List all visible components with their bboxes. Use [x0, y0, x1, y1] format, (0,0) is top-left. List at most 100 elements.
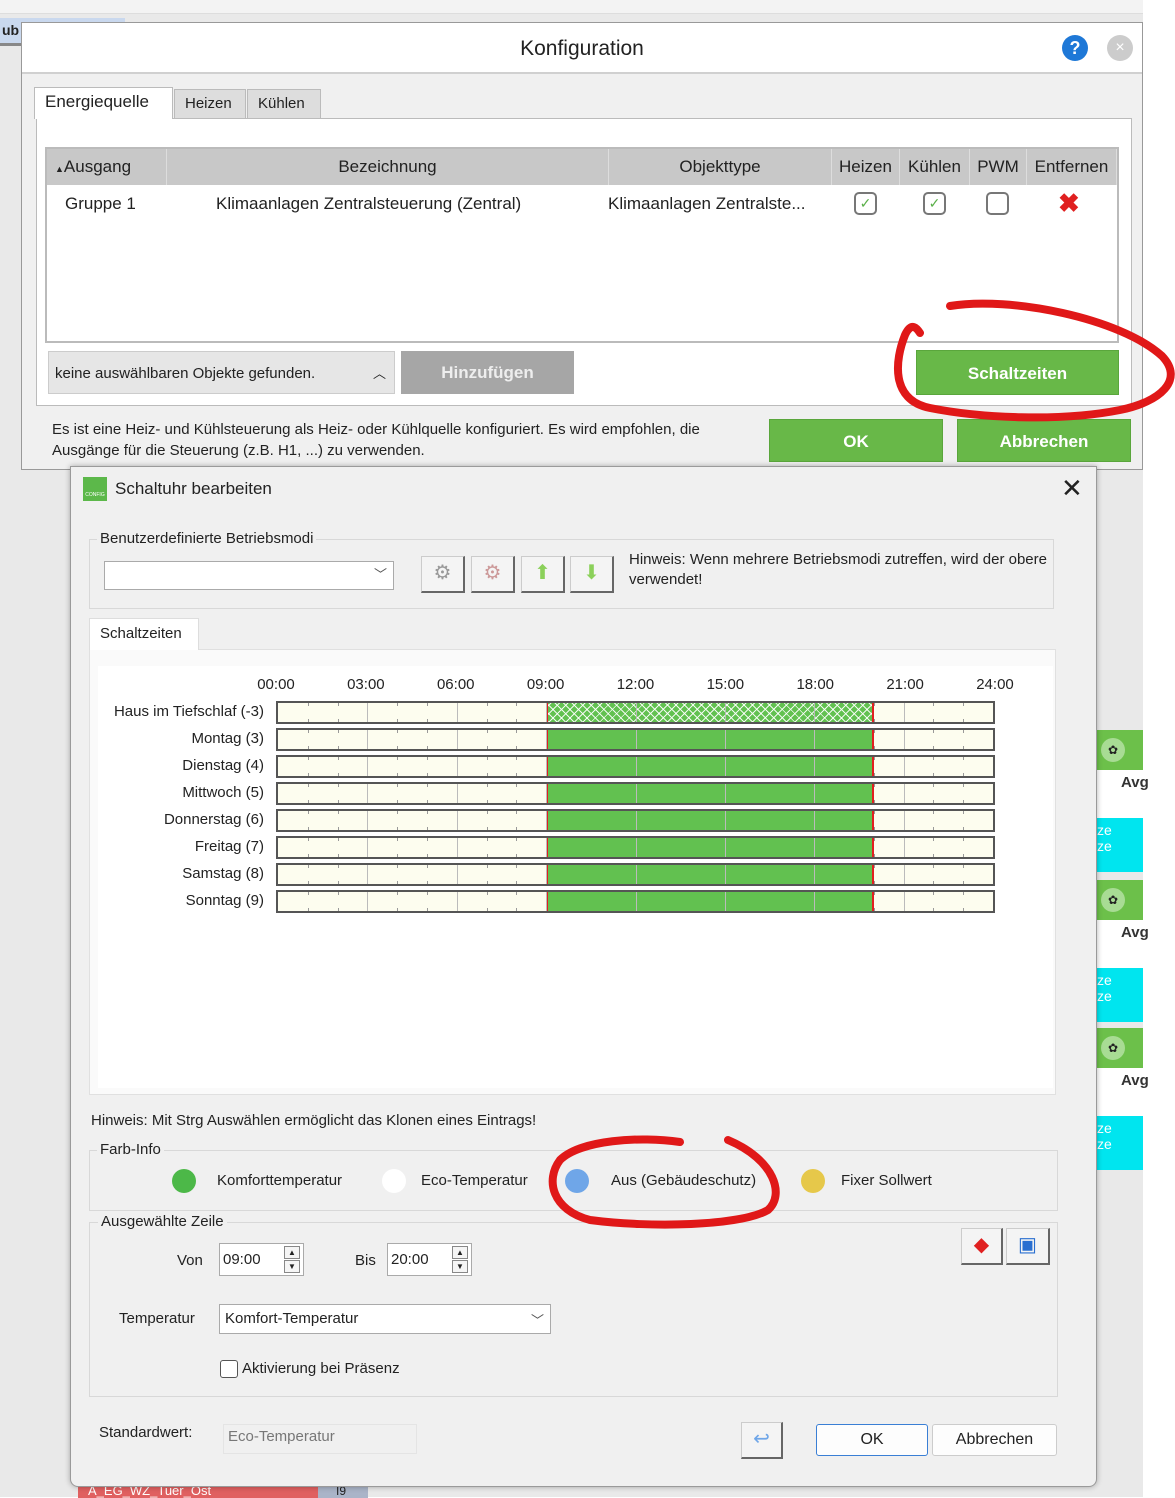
add-button[interactable]: Hinzufügen [401, 351, 574, 394]
schedule-row-bar[interactable] [276, 701, 995, 724]
move-up-button[interactable]: ⬆ [521, 556, 565, 593]
cancel-button[interactable]: Abbrechen [957, 419, 1131, 462]
bis-label: Bis [355, 1252, 376, 1269]
card-label: Avg [1121, 774, 1149, 791]
presence-checkbox[interactable] [220, 1360, 238, 1378]
gridline [903, 703, 905, 722]
schedule-row-bar[interactable] [276, 809, 995, 832]
gridline [456, 757, 458, 776]
hour-tick [516, 746, 518, 749]
schedule-row-label[interactable]: Freitag (7) [64, 838, 264, 855]
schedule-segment-komfort[interactable] [546, 865, 874, 884]
object-combo[interactable]: keine auswählbaren Objekte gefunden. ︿ [48, 351, 395, 394]
schedule-segment-komfort[interactable] [546, 784, 874, 803]
kuehlen-checkbox[interactable]: ✓ [923, 192, 946, 215]
schedule-row-label[interactable]: Montag (3) [64, 730, 264, 747]
help-icon[interactable]: ? [1062, 35, 1088, 61]
gridline [635, 730, 637, 749]
select-all-button[interactable]: ▣ [1006, 1228, 1050, 1265]
column-header-ausgang[interactable]: ▲Ausgang [47, 149, 167, 185]
background-card[interactable]: ✿ Avg ze ze [1097, 730, 1149, 872]
tab-kuehlen[interactable]: Kühlen [247, 89, 321, 119]
hour-tick [873, 719, 875, 722]
time-tick-label: 18:00 [796, 676, 835, 693]
schedule-row-bar[interactable] [276, 863, 995, 886]
hour-tick [873, 854, 875, 857]
schedule-row-bar[interactable] [276, 836, 995, 859]
clear-button[interactable]: ◆ [961, 1228, 1003, 1265]
hour-tick [873, 730, 875, 733]
hour-tick [963, 908, 965, 911]
hour-tick [933, 757, 935, 760]
schedule-row-bar[interactable] [276, 755, 995, 778]
von-spinner[interactable]: 09:00 ▲ ▼ [219, 1243, 304, 1276]
cell-objekttype[interactable]: Klimaanlagen Zentralste... [608, 187, 806, 221]
hour-tick [307, 892, 309, 895]
schedule-row-bar[interactable] [276, 728, 995, 751]
add-mode-button[interactable]: ⚙ [421, 556, 465, 593]
hour-tick [307, 854, 309, 857]
reset-button[interactable]: ↩ [741, 1422, 783, 1459]
hour-tick [426, 800, 428, 803]
schaltzeiten-button[interactable]: Schaltzeiten [916, 350, 1119, 395]
schedule-segment-komfort[interactable] [546, 838, 874, 857]
close-icon[interactable]: ✕ [1061, 473, 1083, 504]
ok-button[interactable]: OK [769, 419, 943, 462]
column-header-pwm[interactable]: PWM [970, 149, 1027, 185]
schedule-row-label[interactable]: Sonntag (9) [64, 892, 264, 909]
tab-heizen[interactable]: Heizen [174, 89, 246, 119]
background-card[interactable]: ✿ Avg ze ze [1097, 880, 1149, 1022]
hour-tick [963, 827, 965, 830]
schedule-row-label[interactable]: Dienstag (4) [64, 757, 264, 774]
gridline [367, 730, 369, 749]
background-card[interactable]: ✿ Avg ze ze [1097, 1028, 1149, 1170]
temperature-select[interactable]: Komfort-Temperatur ﹀ [219, 1304, 551, 1334]
tab-energiequelle[interactable]: Energiequelle [34, 87, 173, 119]
hour-tick [873, 827, 875, 830]
column-header-objekttype[interactable]: Objekttype [609, 149, 832, 185]
card-label: Avg [1121, 1072, 1149, 1089]
hour-tick [933, 730, 935, 733]
schedule-segment-komfort[interactable] [546, 703, 874, 722]
cell-ausgang[interactable]: Gruppe 1 [65, 187, 136, 221]
schedule-row-label[interactable]: Samstag (8) [64, 865, 264, 882]
hour-tick [486, 719, 488, 722]
gridline [367, 838, 369, 857]
hour-tick [873, 800, 875, 803]
gridline [903, 730, 905, 749]
cancel-button[interactable]: Abbrechen [932, 1424, 1057, 1456]
hour-tick [933, 719, 935, 722]
close-icon[interactable]: × [1107, 35, 1133, 61]
bis-spinner[interactable]: 20:00 ▲ ▼ [387, 1243, 472, 1276]
gridline [456, 703, 458, 722]
background-toolbar [0, 0, 1143, 14]
move-down-button[interactable]: ⬇ [570, 556, 614, 593]
column-header-heizen[interactable]: Heizen [832, 149, 900, 185]
column-header-entfernen[interactable]: Entfernen [1027, 149, 1117, 185]
column-header-bezeichnung[interactable]: Bezeichnung [167, 149, 609, 185]
hour-tick [963, 730, 965, 733]
delete-mode-button[interactable]: ⚙ [471, 556, 515, 593]
schedule-row-bar[interactable] [276, 890, 995, 913]
gridline [814, 838, 816, 857]
schedule-segment-komfort[interactable] [546, 892, 874, 911]
modes-select[interactable]: ﹀ [104, 561, 394, 590]
schedule-row-bar[interactable] [276, 782, 995, 805]
pwm-checkbox[interactable] [986, 192, 1009, 215]
gridline [546, 730, 548, 749]
chevron-up-icon: ︿ [372, 366, 386, 381]
schedule-row-label[interactable]: Haus im Tiefschlaf (-3) [64, 703, 264, 720]
column-header-kuehlen[interactable]: Kühlen [900, 149, 970, 185]
remove-icon[interactable]: ✖ [1058, 188, 1080, 219]
schedule-row-label[interactable]: Donnerstag (6) [64, 811, 264, 828]
schedule-segment-komfort[interactable] [546, 757, 874, 776]
heizen-checkbox[interactable]: ✓ [854, 192, 877, 215]
gridline [635, 757, 637, 776]
schedule-row-label[interactable]: Mittwoch (5) [64, 784, 264, 801]
ok-button[interactable]: OK [816, 1424, 928, 1456]
tab-schaltzeiten[interactable]: Schaltzeiten [89, 618, 199, 650]
cell-bezeichnung[interactable]: Klimaanlagen Zentralsteuerung (Zentral) [216, 187, 521, 221]
hour-tick [426, 811, 428, 814]
schedule-segment-komfort[interactable] [546, 811, 874, 830]
schedule-segment-komfort[interactable] [546, 730, 874, 749]
